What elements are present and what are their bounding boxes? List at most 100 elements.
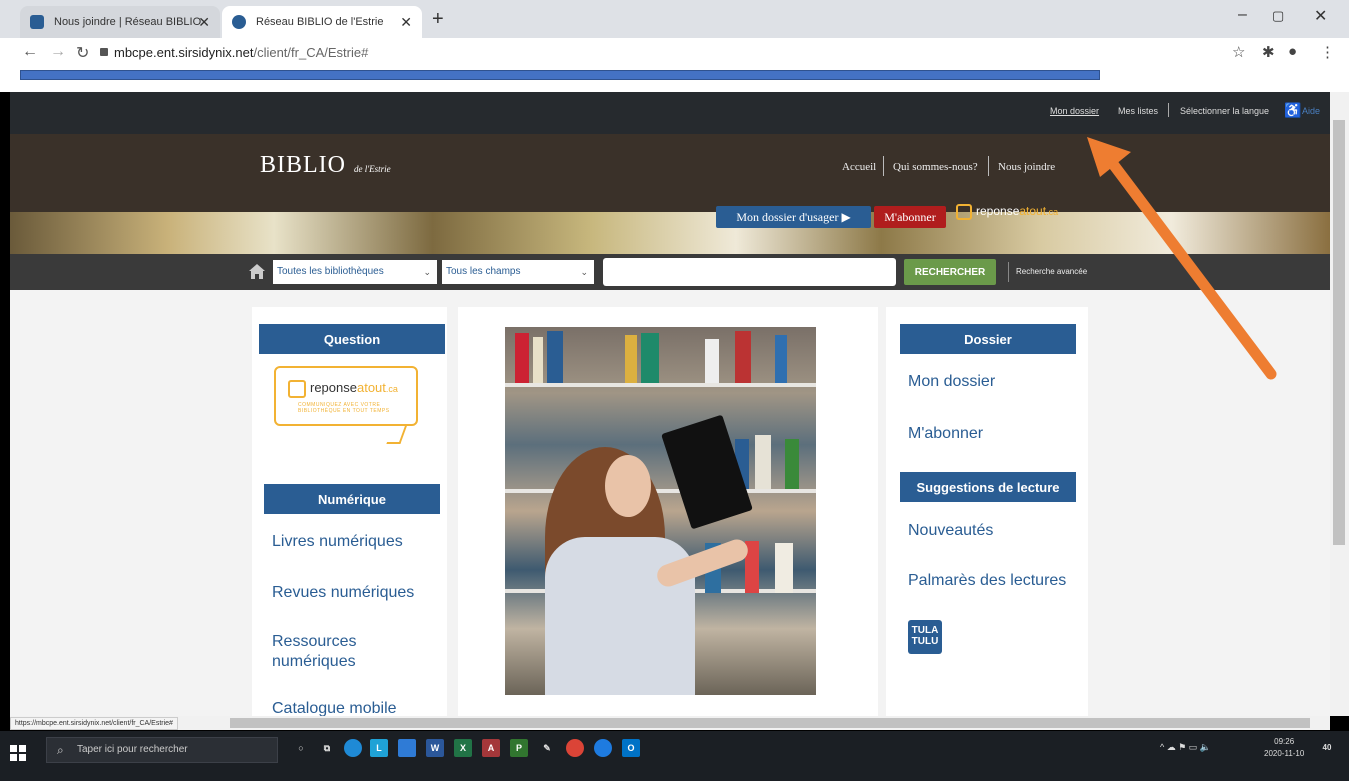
task-view-icon[interactable]: ⧉ xyxy=(318,739,336,757)
star-icon[interactable]: ☆ xyxy=(1232,43,1245,61)
field-select-value: Tous les champs xyxy=(446,266,521,277)
close-icon[interactable]: ✕ xyxy=(400,14,412,31)
accessibility-icon[interactable]: ♿ xyxy=(1284,102,1301,119)
search-button[interactable]: RECHERCHER xyxy=(904,259,996,285)
url-field[interactable]: mbcpe.ent.sirsidynix.net/client/fr_CA/Es… xyxy=(114,42,368,64)
livres-numeriques-link[interactable]: Livres numériques xyxy=(272,532,403,552)
abonner-button[interactable]: M'abonner xyxy=(874,206,946,228)
app-icon[interactable] xyxy=(594,739,612,757)
divider xyxy=(883,156,884,176)
nouveautes-link[interactable]: Nouveautés xyxy=(908,521,993,541)
url-path: /client/fr_CA/Estrie# xyxy=(253,45,369,60)
close-icon[interactable]: ✕ xyxy=(198,14,210,31)
revues-numeriques-link[interactable]: Revues numériques xyxy=(272,583,414,603)
mon-dossier-usager-button[interactable]: Mon dossier d'usager ▶ xyxy=(716,206,871,228)
file-explorer-icon[interactable] xyxy=(398,739,416,757)
question-heading: Question xyxy=(259,324,445,354)
catalogue-mobile-link[interactable]: Catalogue mobile xyxy=(272,699,397,716)
project-icon[interactable]: P xyxy=(510,739,528,757)
notifications-icon[interactable]: 40 xyxy=(1318,739,1336,757)
library-select[interactable]: Toutes les bibliothèques ⌄ xyxy=(273,260,437,284)
mon-dossier-link[interactable]: Mon dossier xyxy=(1050,106,1099,116)
forward-arrow-icon[interactable]: → xyxy=(50,43,66,61)
access-icon[interactable]: A xyxy=(482,739,500,757)
right-column: Dossier Mon dossier M'abonner Suggestion… xyxy=(886,307,1088,716)
binder xyxy=(661,414,753,530)
person-face xyxy=(605,455,651,517)
chrome-icon[interactable] xyxy=(566,739,584,757)
ra-text-a: reponse xyxy=(976,204,1020,219)
logo-subtext: de l'Estrie xyxy=(354,164,391,174)
tulatulu-logo[interactable]: TULA TULU xyxy=(908,620,942,654)
ra-card-tagline-2: BIBLIOTHÈQUE EN TOUT TEMPS xyxy=(298,408,390,414)
palmares-link[interactable]: Palmarès des lectures xyxy=(908,571,1066,591)
paint-icon[interactable]: ✎ xyxy=(538,739,556,757)
book xyxy=(785,439,799,489)
outlook-icon[interactable]: O xyxy=(622,739,640,757)
ra-card-tagline: COMMUNIQUEZ AVEC VOTRE BIBLIOTHÈQUE EN TO… xyxy=(298,402,390,414)
tula-text-b: TULU xyxy=(911,636,939,647)
search-bar: Toutes les bibliothèques ⌄ Tous les cham… xyxy=(10,254,1330,290)
utility-bar: Mon dossier Mes listes Sélectionner la l… xyxy=(10,92,1330,134)
chevron-down-icon: ⌄ xyxy=(580,267,588,277)
reload-icon[interactable]: ↻ xyxy=(76,43,89,63)
tab-nous-joindre[interactable]: Nous joindre | Réseau BIBLIO de l'Estrie… xyxy=(20,6,220,38)
back-arrow-icon[interactable]: ← xyxy=(22,43,38,61)
minimize-icon[interactable]: – xyxy=(1238,6,1247,24)
mon-dossier-sidebar-link[interactable]: Mon dossier xyxy=(908,372,995,392)
bookmarks-redaction-bar xyxy=(20,70,1100,80)
extensions-icon[interactable]: ✱ xyxy=(1262,43,1275,61)
book xyxy=(547,331,563,383)
nav-accueil[interactable]: Accueil xyxy=(842,161,876,173)
site-favicon-icon xyxy=(30,15,44,29)
language-selector-link[interactable]: Sélectionner la langue xyxy=(1180,106,1269,116)
nav-nous-joindre[interactable]: Nous joindre xyxy=(998,161,1055,173)
close-window-icon[interactable]: ✕ xyxy=(1314,6,1327,26)
clock[interactable]: 09:26 2020-11-10 xyxy=(1264,736,1304,760)
maximize-icon[interactable]: ▢ xyxy=(1272,8,1284,24)
book xyxy=(625,335,637,383)
reponseatout-icon xyxy=(288,380,306,398)
book xyxy=(705,339,719,383)
divider xyxy=(1168,103,1169,117)
abonner-sidebar-link[interactable]: M'abonner xyxy=(908,424,983,444)
globe-icon xyxy=(232,15,246,29)
edge-icon[interactable] xyxy=(344,739,362,757)
ressources-numeriques-link[interactable]: Ressources numériques xyxy=(272,632,382,672)
help-link[interactable]: Aide xyxy=(1302,106,1320,116)
book xyxy=(755,435,771,489)
horizontal-scrollbar-thumb[interactable] xyxy=(230,718,1310,728)
profile-icon[interactable]: ● xyxy=(1288,43,1297,60)
ra-card-text-a: reponse xyxy=(310,380,357,395)
numerique-heading: Numérique xyxy=(264,484,440,514)
library-photo xyxy=(505,327,816,695)
home-icon[interactable] xyxy=(248,263,266,281)
advanced-search-link[interactable]: Recherche avancée xyxy=(1016,267,1087,276)
reponseatout-logo[interactable]: reponseatout.ca xyxy=(956,204,1058,220)
windows-start-icon[interactable] xyxy=(10,745,26,761)
excel-icon[interactable]: X xyxy=(454,739,472,757)
bookmarks-bar xyxy=(0,66,1349,92)
search-input[interactable] xyxy=(603,258,896,286)
address-bar: ← → ↻ mbcpe.ent.sirsidynix.net/client/fr… xyxy=(0,38,1349,66)
new-tab-button[interactable]: + xyxy=(432,8,444,31)
app-icon[interactable]: L xyxy=(370,739,388,757)
nav-qui-sommes-nous[interactable]: Qui sommes-nous? xyxy=(893,161,978,173)
ra-card-text-c: .ca xyxy=(385,384,398,394)
field-select[interactable]: Tous les champs ⌄ xyxy=(442,260,594,284)
book xyxy=(533,337,543,383)
biblio-logo[interactable]: BIBLIO de l'Estrie xyxy=(260,152,391,179)
scrollbar-thumb[interactable] xyxy=(1333,120,1345,545)
system-tray-icons[interactable]: ^ ☁ ⚑ ▭ 🔈 xyxy=(1160,742,1211,753)
reponseatout-card[interactable]: reponseatout.ca COMMUNIQUEZ AVEC VOTRE BI… xyxy=(274,366,418,426)
word-icon[interactable]: W xyxy=(426,739,444,757)
library-select-value: Toutes les bibliothèques xyxy=(277,266,384,277)
menu-icon[interactable]: ⋮ xyxy=(1320,43,1335,61)
mes-listes-link[interactable]: Mes listes xyxy=(1118,106,1158,116)
book-row xyxy=(505,433,816,489)
cortana-icon[interactable]: ○ xyxy=(292,739,310,757)
url-host: mbcpe.ent.sirsidynix.net xyxy=(114,45,254,60)
tab-reseau-biblio[interactable]: Réseau BIBLIO de l'Estrie ✕ xyxy=(222,6,422,38)
lock-icon xyxy=(100,48,108,56)
taskbar-search[interactable]: ⌕ Taper ici pour rechercher xyxy=(46,737,278,763)
